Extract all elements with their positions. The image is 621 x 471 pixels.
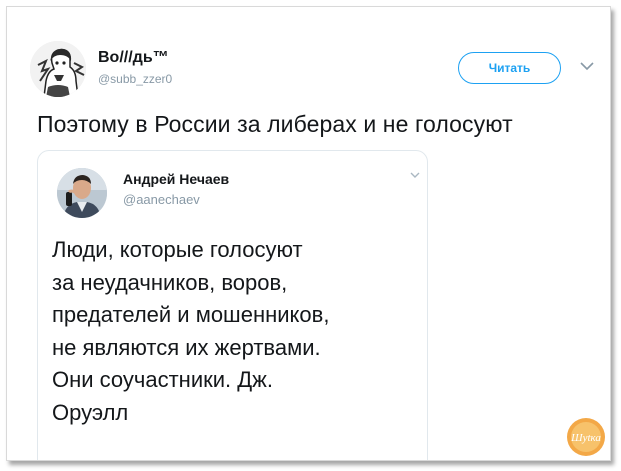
quoted-author-handle[interactable]: @aanechaev: [123, 192, 200, 207]
chevron-down-icon[interactable]: [580, 61, 594, 71]
author-name[interactable]: Во///дь™: [98, 49, 169, 67]
man-photo-avatar-icon: [57, 168, 107, 218]
chevron-down-icon[interactable]: [410, 172, 420, 179]
quoted-text-line: за неудачников, воров,: [52, 269, 288, 295]
follow-button[interactable]: Читать: [458, 52, 561, 84]
quoted-tweet[interactable]: Андрей Нечаев @aanechaev Люди, которые г…: [37, 150, 428, 460]
author-handle[interactable]: @subb_zzer0: [98, 72, 172, 86]
quoted-author-name[interactable]: Андрей Нечаев: [123, 171, 229, 187]
quoted-text-line: предателей и мошенников,: [52, 302, 330, 327]
quoted-text-line: не являются их жертвами.: [52, 334, 321, 360]
svg-text:Шуtка: Шуtка: [570, 432, 601, 444]
tweet-text: Поэтому в России за либерах и не голосую…: [37, 111, 513, 137]
tweet-card: Во///дь™ @subb_zzer0 Читать Поэтому в Ро…: [6, 6, 611, 461]
quoted-tweet-text: Люди, которые голосуют за неудачников, в…: [52, 234, 422, 429]
quoted-text-line: Оруэлл: [52, 399, 129, 425]
ink-portrait-avatar-icon: [30, 41, 86, 97]
watermark-logo-icon: Шуtка: [567, 418, 605, 456]
quoted-author-avatar[interactable]: [57, 168, 107, 218]
quoted-text-line: Они соучастники. Дж.: [52, 367, 273, 392]
quoted-text-line: Люди, которые голосуют: [52, 237, 303, 262]
author-avatar[interactable]: [30, 41, 86, 97]
